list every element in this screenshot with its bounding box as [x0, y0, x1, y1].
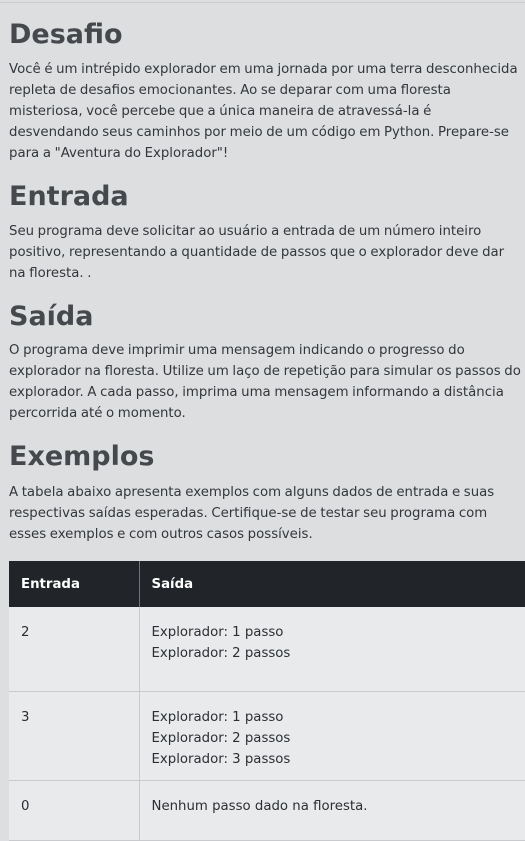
- desafio-text: Você é um intrépido explorador em uma jo…: [9, 59, 521, 164]
- saida-text: O programa deve imprimir uma mensagem in…: [9, 340, 521, 424]
- output-cell: Explorador: 1 passo Explorador: 2 passos: [139, 607, 525, 691]
- heading-exemplos: Exemplos: [9, 439, 155, 475]
- output-line: Explorador: 1 passo: [152, 707, 525, 728]
- output-line: Explorador: 2 passos: [152, 728, 525, 749]
- output-line: Explorador: 3 passos: [152, 749, 525, 770]
- exemplos-text: A tabela abaixo apresenta exemplos com a…: [9, 482, 521, 545]
- output-line: Nenhum passo dado na floresta.: [152, 796, 525, 817]
- output-line: Explorador: 2 passos: [152, 643, 525, 664]
- table-row: 2 Explorador: 1 passo Explorador: 2 pass…: [9, 607, 525, 691]
- examples-table: Entrada Saída 2 Explorador: 1 passo Expl…: [9, 561, 525, 841]
- heading-saida: Saída: [9, 299, 93, 335]
- input-cell: 3: [9, 691, 139, 780]
- input-cell: 0: [9, 780, 139, 840]
- top-divider: [0, 2, 525, 3]
- problem-page: Desafio Você é um intrépido explorador e…: [0, 0, 525, 814]
- table-row: 0 Nenhum passo dado na floresta.: [9, 780, 525, 840]
- column-header-saida: Saída: [139, 561, 525, 607]
- entrada-text: Seu programa deve solicitar ao usuário a…: [9, 221, 521, 284]
- output-cell: Nenhum passo dado na floresta.: [139, 780, 525, 840]
- column-header-entrada: Entrada: [9, 561, 139, 607]
- table-row: 3 Explorador: 1 passo Explorador: 2 pass…: [9, 691, 525, 780]
- output-cell: Explorador: 1 passo Explorador: 2 passos…: [139, 691, 525, 780]
- heading-entrada: Entrada: [9, 179, 129, 215]
- heading-desafio: Desafio: [9, 17, 123, 53]
- input-cell: 2: [9, 607, 139, 691]
- output-line: Explorador: 1 passo: [152, 622, 525, 643]
- table-header-row: Entrada Saída: [9, 561, 525, 607]
